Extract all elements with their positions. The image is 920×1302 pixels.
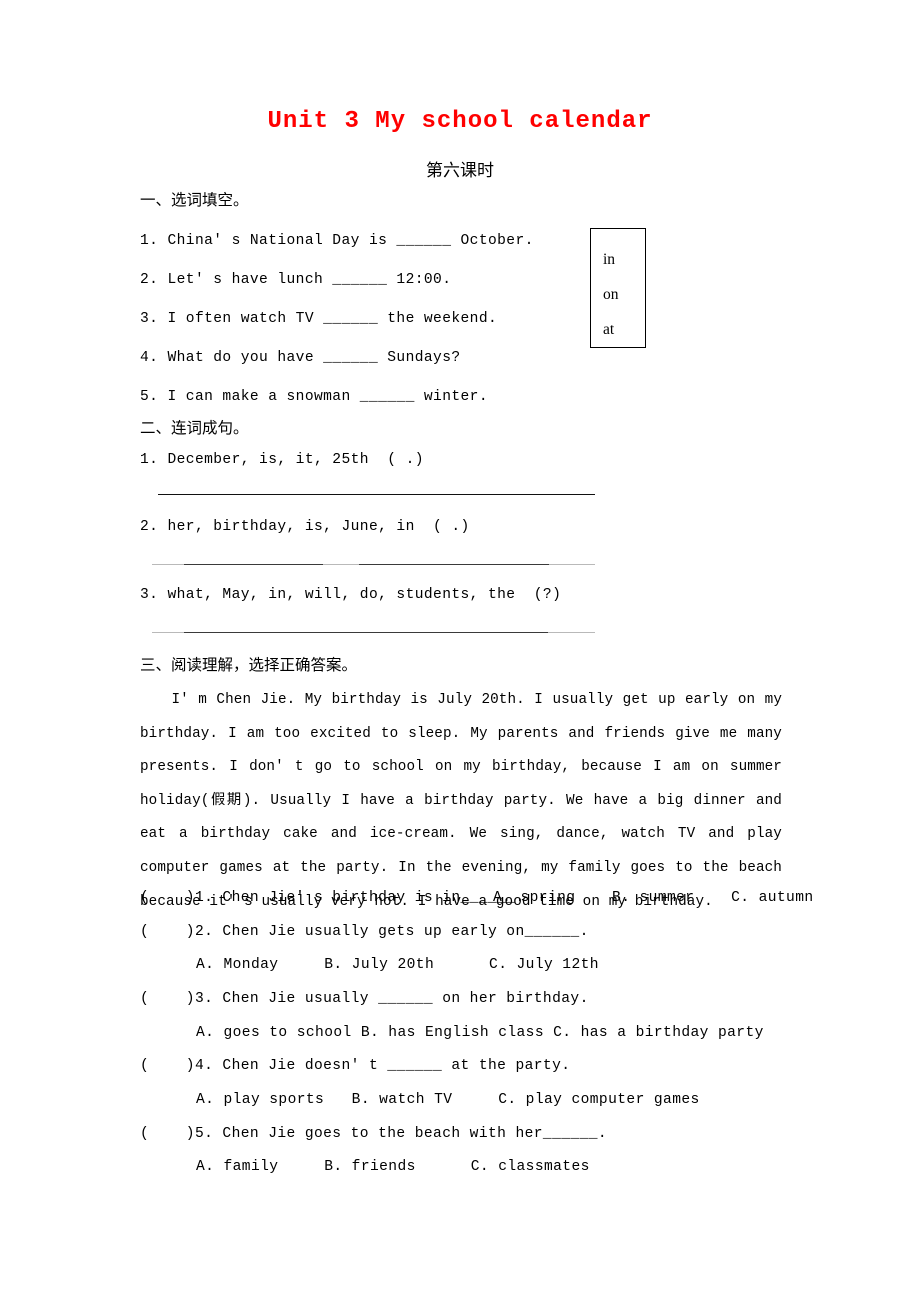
- section-3-question-5-options: A. family B. friends C. classmates: [196, 1159, 590, 1175]
- section-1-question-4: 4. What do you have ______ Sundays?: [140, 350, 461, 366]
- section-2-answer-line-2b[interactable]: [359, 564, 549, 565]
- word-bank-item-at: at: [603, 321, 615, 338]
- reading-passage: I' m Chen Jie. My birthday is July 20th.…: [140, 692, 782, 910]
- page-subtitle: 第六课时: [426, 161, 494, 181]
- section-3-question-3-options: A. goes to school B. has English class C…: [196, 1025, 764, 1041]
- section-3-question-1-stem: ( )1. Chen Jie' s birthday is in______.: [140, 890, 525, 906]
- section-2-answer-line-2-lead: [152, 564, 184, 565]
- section-3-question-2-options: A. Monday B. July 20th C. July 12th: [196, 957, 599, 973]
- section-3-question-4-options: A. play sports B. watch TV C. play compu…: [196, 1092, 700, 1108]
- section-2-question-3: 3. what, May, in, will, do, students, th…: [140, 587, 562, 603]
- section-2-question-2: 2. her, birthday, is, June, in ( .): [140, 519, 470, 535]
- section-2-answer-line-2-gap: [323, 564, 359, 565]
- section-2-answer-line-2-trail: [549, 564, 595, 565]
- worksheet-page: Unit 3 My school calendar 第六课时 一、选词填空。 1…: [0, 0, 920, 1302]
- section-3-question-5-stem: ( )5. Chen Jie goes to the beach with he…: [140, 1126, 608, 1142]
- section-1-question-3: 3. I often watch TV ______ the weekend.: [140, 311, 498, 327]
- section-2-question-1: 1. December, is, it, 25th ( .): [140, 452, 424, 468]
- section-3-question-2-stem: ( )2. Chen Jie usually gets up early on_…: [140, 924, 589, 940]
- section-1-heading: 一、选词填空。: [140, 191, 249, 209]
- section-3-question-3-stem: ( )3. Chen Jie usually ______ on her bir…: [140, 991, 589, 1007]
- section-2-heading: 二、连词成句。: [140, 419, 249, 437]
- section-2-answer-line-2a[interactable]: [184, 564, 323, 565]
- section-3-heading: 三、阅读理解，选择正确答案。: [140, 656, 358, 674]
- section-3-question-1-options: A. spring B. summer C. autumn: [493, 890, 814, 906]
- word-bank-item-on: on: [603, 286, 619, 303]
- word-bank-item-in: in: [603, 251, 616, 268]
- section-2-answer-line-3-trail: [548, 632, 595, 633]
- section-3-question-4-stem: ( )4. Chen Jie doesn' t ______ at the pa…: [140, 1058, 571, 1074]
- page-title: Unit 3 My school calendar: [267, 108, 653, 135]
- section-2-answer-line-3-lead: [152, 632, 184, 633]
- section-1-question-2: 2. Let' s have lunch ______ 12:00.: [140, 272, 452, 288]
- section-1-question-5: 5. I can make a snowman ______ winter.: [140, 389, 488, 405]
- section-2-answer-line-3[interactable]: [184, 632, 548, 633]
- section-1-question-1: 1. China' s National Day is ______ Octob…: [140, 233, 534, 249]
- section-2-answer-line-1[interactable]: [158, 494, 595, 495]
- word-bank-box: in on at: [590, 228, 646, 348]
